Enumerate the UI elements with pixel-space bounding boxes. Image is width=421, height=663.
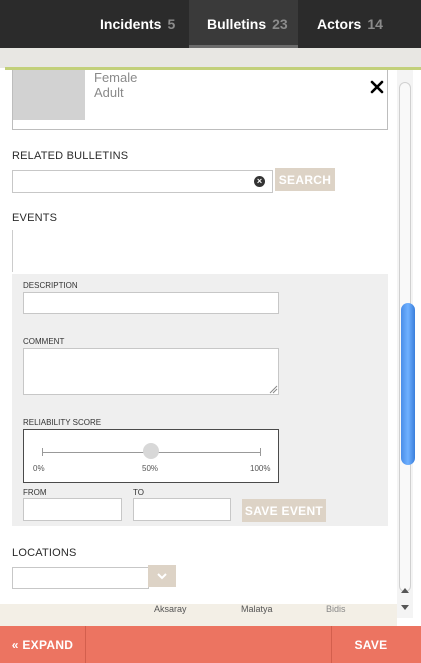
save-button[interactable]: SAVE	[331, 626, 411, 663]
scroll-down-arrow-icon[interactable]	[401, 605, 409, 610]
scroll-track[interactable]	[399, 82, 415, 592]
description-label: DESCRIPTION	[23, 281, 78, 290]
from-label: FROM	[23, 488, 47, 497]
tab-bulletins[interactable]: Bulletins 23	[189, 0, 298, 48]
locations-select[interactable]	[12, 567, 149, 589]
slider-tick-min	[42, 448, 43, 456]
vertical-scrollbar[interactable]	[397, 70, 415, 618]
slider-min-label: 0%	[33, 464, 45, 473]
clear-icon[interactable]: ×	[254, 176, 265, 187]
tab-actors-count: 14	[367, 16, 383, 32]
comment-textarea[interactable]	[23, 348, 279, 395]
map-label-malatya: Malatya	[241, 604, 273, 614]
reliability-score-label: RELIABILITY SCORE	[23, 418, 102, 427]
tab-bulletins-label: Bulletins	[207, 16, 267, 32]
expand-button[interactable]: « EXPAND	[0, 626, 85, 663]
tab-actors[interactable]: Actors 14	[300, 0, 400, 48]
slider-max-label: 100%	[250, 464, 271, 473]
search-button[interactable]: SEARCH	[275, 168, 335, 191]
related-bulletins-label: RELATED BULLETINS	[12, 150, 129, 162]
bulletin-editor-screen: Incidents 5 Bulletins 23 Actors 14 Femal…	[0, 0, 421, 663]
bottom-action-bar: « EXPAND SAVE	[0, 626, 421, 663]
tab-bulletins-count: 23	[272, 16, 288, 32]
description-input[interactable]	[23, 292, 279, 314]
related-bulletins-search-input[interactable]	[12, 170, 273, 193]
slider-tick-max	[260, 448, 261, 456]
tab-incidents-count: 5	[167, 16, 176, 32]
from-date-input[interactable]	[23, 498, 122, 521]
tab-incidents-label: Incidents	[100, 16, 162, 32]
locations-dropdown-button[interactable]	[148, 565, 176, 587]
slider-mid-label: 50%	[142, 464, 159, 473]
map-label-aksaray: Aksaray	[154, 604, 187, 614]
tab-incidents[interactable]: Incidents 5	[87, 0, 187, 48]
slider-handle[interactable]	[143, 443, 159, 459]
top-navigation: Incidents 5 Bulletins 23 Actors 14	[0, 0, 421, 48]
related-actor-card: Female Adult	[12, 70, 388, 130]
actor-age: Adult	[94, 85, 124, 100]
save-event-button[interactable]: SAVE EVENT	[242, 499, 326, 522]
sub-header-bar	[0, 48, 421, 68]
bottom-divider-left	[85, 626, 86, 663]
actor-details: Female Adult	[94, 70, 137, 100]
locations-label: LOCATIONS	[12, 547, 77, 559]
to-date-input[interactable]	[133, 498, 231, 521]
reliability-score-slider[interactable]: 0% 50% 100%	[23, 429, 279, 483]
events-label: EVENTS	[12, 212, 58, 224]
scroll-up-arrow-icon[interactable]	[401, 588, 409, 593]
comment-label: COMMENT	[23, 337, 65, 346]
map-preview[interactable]: Aksaray Malatya Bidis	[0, 604, 397, 626]
tab-actors-label: Actors	[317, 16, 362, 32]
close-icon[interactable]	[370, 80, 384, 94]
form-panel: Female Adult RELATED BULLETINS × SEARCH …	[0, 70, 421, 626]
event-form: DESCRIPTION COMMENT RELIABILITY SCORE 0%…	[12, 274, 388, 526]
chevron-down-icon	[157, 572, 167, 579]
to-label: TO	[133, 488, 144, 497]
events-divider	[12, 230, 13, 272]
actor-sex: Female	[94, 70, 138, 85]
scroll-thumb[interactable]	[401, 303, 415, 465]
resize-handle-icon[interactable]	[268, 384, 278, 394]
map-label-bidis: Bidis	[326, 604, 346, 614]
avatar	[13, 70, 85, 120]
